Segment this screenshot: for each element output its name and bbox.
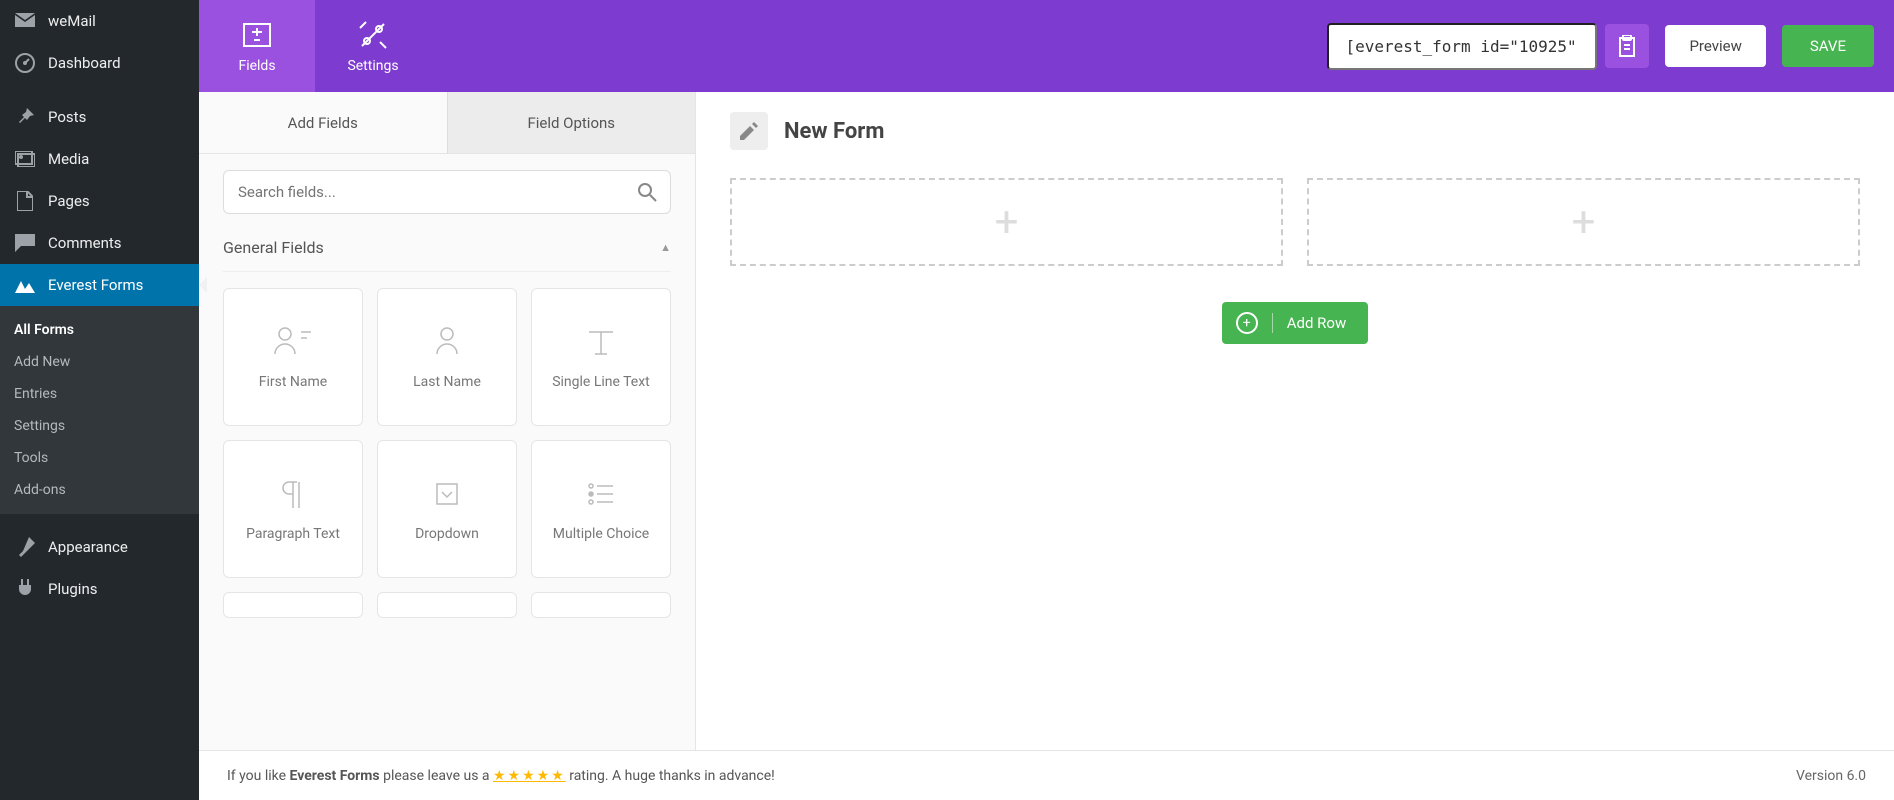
field-single-line-text[interactable]: Single Line Text (531, 288, 671, 426)
user-last-icon (425, 324, 469, 360)
drop-row: + + (730, 178, 1860, 266)
toolbar-tab-fields[interactable]: Fields (199, 0, 315, 92)
user-first-icon (271, 324, 315, 360)
builder-content: Add Fields Field Options General Fields … (199, 92, 1894, 750)
submenu-addons[interactable]: Add-ons (0, 474, 199, 506)
plus-icon: + (1572, 198, 1596, 247)
builder-footer: If you like Everest Forms please leave u… (199, 750, 1894, 800)
pilcrow-icon (271, 476, 315, 512)
field-placeholder[interactable] (531, 592, 671, 618)
sidebar-item-label: Media (48, 150, 89, 168)
field-paragraph-text[interactable]: Paragraph Text (223, 440, 363, 578)
toolbar-tab-label: Settings (347, 58, 398, 74)
settings-icon (356, 18, 390, 52)
panel-tab-add-fields[interactable]: Add Fields (199, 92, 447, 154)
field-label: First Name (259, 374, 327, 390)
section-general-fields[interactable]: General Fields ▲ (223, 232, 671, 272)
sidebar-item-comments[interactable]: Comments (0, 222, 199, 264)
envelope-icon (14, 10, 36, 32)
clipboard-icon (1617, 35, 1637, 57)
sidebar-item-label: Pages (48, 192, 90, 210)
field-last-name[interactable]: Last Name (377, 288, 517, 426)
builder-area: Fields Settings Preview SAVE Add Fields … (199, 0, 1894, 800)
add-row-label: Add Row (1287, 314, 1347, 332)
select-icon (425, 476, 469, 512)
sidebar-submenu: All Forms Add New Entries Settings Tools… (0, 306, 199, 514)
preview-button[interactable]: Preview (1665, 25, 1765, 67)
page-icon (14, 190, 36, 212)
sidebar-item-pages[interactable]: Pages (0, 180, 199, 222)
rating-link[interactable]: ★★★★★ (493, 768, 566, 784)
text-caret-icon (579, 324, 623, 360)
drop-zone[interactable]: + (1307, 178, 1860, 266)
field-label: Last Name (413, 374, 481, 390)
submenu-entries[interactable]: Entries (0, 378, 199, 410)
search-icon (637, 182, 657, 202)
copy-shortcode-button[interactable] (1605, 24, 1649, 68)
panel-tab-field-options[interactable]: Field Options (447, 92, 696, 154)
sidebar-item-label: Plugins (48, 580, 97, 598)
field-placeholder[interactable] (377, 592, 517, 618)
edit-title-button[interactable] (730, 112, 768, 150)
media-icon (14, 148, 36, 170)
sidebar-item-everest-forms[interactable]: Everest Forms (0, 264, 199, 306)
field-placeholder[interactable] (223, 592, 363, 618)
add-row-button[interactable]: + Add Row (1222, 302, 1369, 344)
pin-icon (14, 106, 36, 128)
drop-zone[interactable]: + (730, 178, 1283, 266)
toolbar-tab-settings[interactable]: Settings (315, 0, 431, 92)
field-label: Single Line Text (552, 374, 650, 390)
sidebar-item-dashboard[interactable]: Dashboard (0, 42, 199, 84)
field-dropdown[interactable]: Dropdown (377, 440, 517, 578)
shortcode-input[interactable] (1327, 23, 1597, 70)
sidebar-item-appearance[interactable]: Appearance (0, 526, 199, 568)
submenu-tools[interactable]: Tools (0, 442, 199, 474)
gauge-icon (14, 52, 36, 74)
field-grid: First Name Last Name Single Line Text Pa… (223, 288, 671, 618)
plus-icon: + (995, 198, 1019, 247)
sidebar-item-label: Posts (48, 108, 86, 126)
builder-toolbar: Fields Settings Preview SAVE (199, 0, 1894, 92)
section-title: General Fields (223, 238, 324, 257)
version-label: Version 6.0 (1796, 768, 1866, 784)
form-icon (14, 274, 36, 296)
sidebar-item-label: weMail (48, 12, 96, 30)
sidebar-item-wemail[interactable]: weMail (0, 0, 199, 42)
plug-icon (14, 578, 36, 600)
field-label: Paragraph Text (246, 526, 340, 542)
pencil-icon (740, 122, 758, 140)
search-fields-input[interactable] (223, 170, 671, 214)
collapse-icon: ▲ (660, 241, 671, 254)
sidebar-item-posts[interactable]: Posts (0, 96, 199, 138)
fields-panel: Add Fields Field Options General Fields … (199, 92, 696, 750)
save-button[interactable]: SAVE (1782, 25, 1874, 67)
field-multiple-choice[interactable]: Multiple Choice (531, 440, 671, 578)
form-title: New Form (784, 119, 884, 144)
field-label: Dropdown (415, 526, 479, 542)
sidebar-item-media[interactable]: Media (0, 138, 199, 180)
toolbar-tab-label: Fields (238, 58, 275, 74)
wp-admin-sidebar: weMail Dashboard Posts Media Pages Comme… (0, 0, 199, 800)
submenu-add-new[interactable]: Add New (0, 346, 199, 378)
sidebar-item-plugins[interactable]: Plugins (0, 568, 199, 610)
panel-tabs: Add Fields Field Options (199, 92, 695, 154)
plus-circle-icon: + (1236, 312, 1258, 334)
comment-icon (14, 232, 36, 254)
submenu-all-forms[interactable]: All Forms (0, 314, 199, 346)
submenu-settings[interactable]: Settings (0, 410, 199, 442)
field-first-name[interactable]: First Name (223, 288, 363, 426)
footer-text: If you like Everest Forms please leave u… (227, 768, 775, 784)
sidebar-item-label: Dashboard (48, 54, 121, 72)
sidebar-item-label: Everest Forms (48, 276, 143, 294)
sidebar-item-label: Appearance (48, 538, 128, 556)
brush-icon (14, 536, 36, 558)
radio-list-icon (579, 476, 623, 512)
field-label: Multiple Choice (553, 526, 649, 542)
sidebar-item-label: Comments (48, 234, 122, 252)
fields-icon (240, 18, 274, 52)
form-canvas: New Form + + + Add Row (696, 92, 1894, 750)
